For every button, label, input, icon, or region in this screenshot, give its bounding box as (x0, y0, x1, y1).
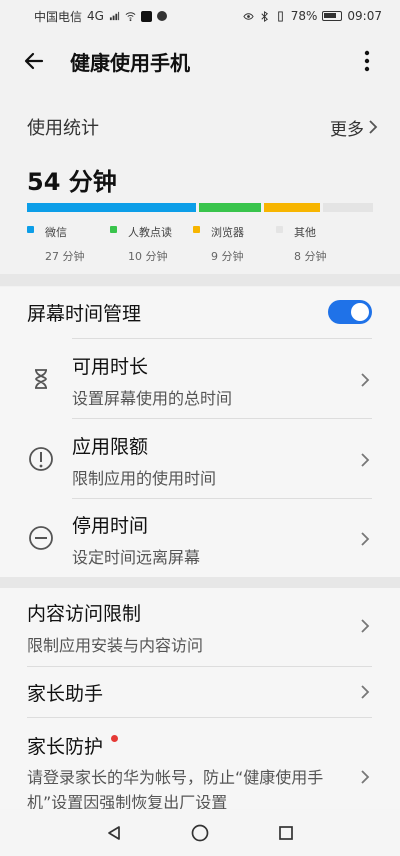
vibrate-icon (277, 10, 283, 22)
legend-color-dot (110, 226, 117, 233)
battery-label: 78% (290, 9, 318, 23)
legend-color-dot (276, 226, 283, 233)
usage-legend-item: 人教点读 10 分钟 (110, 224, 193, 264)
screen-time-toggle[interactable] (328, 300, 372, 324)
parent-assistant-title: 家长助手 (27, 683, 104, 705)
tiktok-icon (140, 10, 152, 22)
usage-bar-segment (27, 203, 196, 212)
toggle-knob (351, 303, 369, 321)
legend-app-time: 8 分钟 (294, 250, 327, 263)
page-title: 健康使用手机 (70, 50, 190, 75)
back-arrow-icon[interactable] (22, 46, 52, 76)
app-bar: 健康使用手机 (0, 32, 400, 90)
chevron-right-icon (361, 770, 370, 784)
section-divider (0, 274, 400, 286)
usage-title: 使用统计 (27, 118, 99, 139)
chevron-right-icon (361, 373, 370, 387)
parent-protection-subtitle: 请登录家长的华为帐号，防止“健康使用手机”设置因强制恢复出厂设置 (27, 768, 324, 812)
downtime-title: 停用时间 (72, 515, 149, 537)
screen-time-section: 屏幕时间管理 可用时长 设置屏幕使用的总时间 应用限额 限制应用的使用时间 停用… (0, 287, 400, 577)
app-limit-text: 应用限额 限制应用的使用时间 (72, 432, 216, 489)
home-circle-icon[interactable] (188, 821, 212, 845)
usage-header: 使用统计 更多 (27, 114, 378, 140)
legend-app-name: 浏览器 (211, 226, 244, 239)
exclamation-circle-icon (27, 445, 55, 473)
legend-app-time: 9 分钟 (211, 250, 244, 263)
hourglass-icon (27, 365, 55, 393)
status-left: 中国电信 4G (34, 8, 167, 25)
content-restriction-title: 内容访问限制 (27, 603, 142, 625)
downtime-text: 停用时间 设定时间远离屏幕 (72, 511, 200, 568)
legend-app-name: 其他 (294, 226, 316, 239)
more-label: 更多 (330, 119, 364, 140)
eye-icon (243, 12, 254, 20)
legend-app-time: 10 分钟 (128, 250, 168, 263)
legend-app-name: 人教点读 (128, 226, 172, 239)
parent-protection-label: 家长防护 (27, 736, 104, 758)
battery-icon (322, 11, 343, 21)
usage-bar-segment (323, 203, 373, 212)
usage-legend-item: 浏览器 9 分钟 (193, 224, 276, 264)
screen-time-title: 屏幕时间管理 (27, 303, 142, 325)
app-limit-title: 应用限额 (72, 436, 149, 458)
bluetooth-icon (261, 10, 268, 22)
minus-circle-icon (27, 524, 55, 552)
app-limit-subtitle: 限制应用的使用时间 (72, 469, 217, 488)
message-icon (156, 11, 167, 21)
legend-color-dot (193, 226, 200, 233)
usage-legend: 微信 27 分钟 人教点读 10 分钟 浏览器 9 分钟 其他 8 分钟 (27, 224, 373, 264)
system-navigation-bar (0, 809, 400, 856)
notification-dot (111, 735, 119, 742)
content-section: 内容访问限制 限制应用安装与内容访问 家长助手 家长防护 请登录家长的华为帐号，… (0, 588, 400, 828)
legend-color-dot (27, 226, 34, 233)
downtime-subtitle: 设定时间远离屏幕 (72, 548, 201, 567)
back-triangle-icon[interactable] (102, 821, 126, 845)
parent-protection-text: 家长防护 请登录家长的华为帐号，防止“健康使用手机”设置因强制恢复出厂设置 (27, 732, 342, 815)
content-restriction-text: 内容访问限制 限制应用安装与内容访问 (27, 599, 203, 656)
legend-app-name: 微信 (45, 226, 67, 239)
chevron-right-icon (361, 685, 370, 699)
status-bar: 中国电信 4G 78% 09:07 (0, 0, 400, 32)
network-label: 4G (87, 9, 104, 23)
available-duration-row[interactable]: 可用时长 设置屏幕使用的总时间 (0, 339, 400, 419)
chevron-right-icon (361, 619, 370, 633)
time-label: 09:07 (347, 9, 382, 23)
downtime-row[interactable]: 停用时间 设定时间远离屏幕 (0, 499, 400, 577)
usage-bar-segment (263, 203, 321, 212)
available-duration-text: 可用时长 设置屏幕使用的总时间 (72, 352, 232, 409)
usage-legend-item: 微信 27 分钟 (27, 224, 110, 264)
parent-assistant-row[interactable]: 家长助手 (0, 667, 400, 717)
screen-time-row[interactable]: 屏幕时间管理 (0, 287, 400, 338)
usage-bar (27, 203, 373, 212)
carrier-label: 中国电信 (34, 9, 83, 24)
usage-total: 54 分钟 (27, 168, 117, 196)
status-right: 78% 09:07 (243, 9, 382, 23)
content-restriction-subtitle: 限制应用安装与内容访问 (27, 636, 204, 655)
usage-legend-item: 其他 8 分钟 (276, 224, 359, 264)
available-duration-subtitle: 设置屏幕使用的总时间 (72, 389, 233, 408)
signal-icon (109, 11, 120, 20)
available-duration-title: 可用时长 (72, 356, 149, 378)
wifi-icon (125, 11, 136, 21)
content-restriction-row[interactable]: 内容访问限制 限制应用安装与内容访问 (0, 588, 400, 666)
usage-stats-card: 使用统计 更多 54 分钟 微信 27 分钟 人教点读 10 分钟 浏览器 9 分钟 其他 8… (0, 92, 400, 274)
app-limit-row[interactable]: 应用限额 限制应用的使用时间 (0, 419, 400, 499)
recent-square-icon[interactable] (274, 821, 298, 845)
chevron-right-icon (369, 120, 378, 134)
parent-protection-title: 家长防护 (27, 732, 342, 759)
chevron-right-icon (361, 453, 370, 467)
legend-app-time: 27 分钟 (45, 250, 85, 263)
more-button[interactable]: 更多 (330, 115, 378, 140)
more-vertical-icon[interactable] (356, 46, 378, 76)
usage-bar-segment (198, 203, 261, 212)
chevron-right-icon (361, 532, 370, 546)
